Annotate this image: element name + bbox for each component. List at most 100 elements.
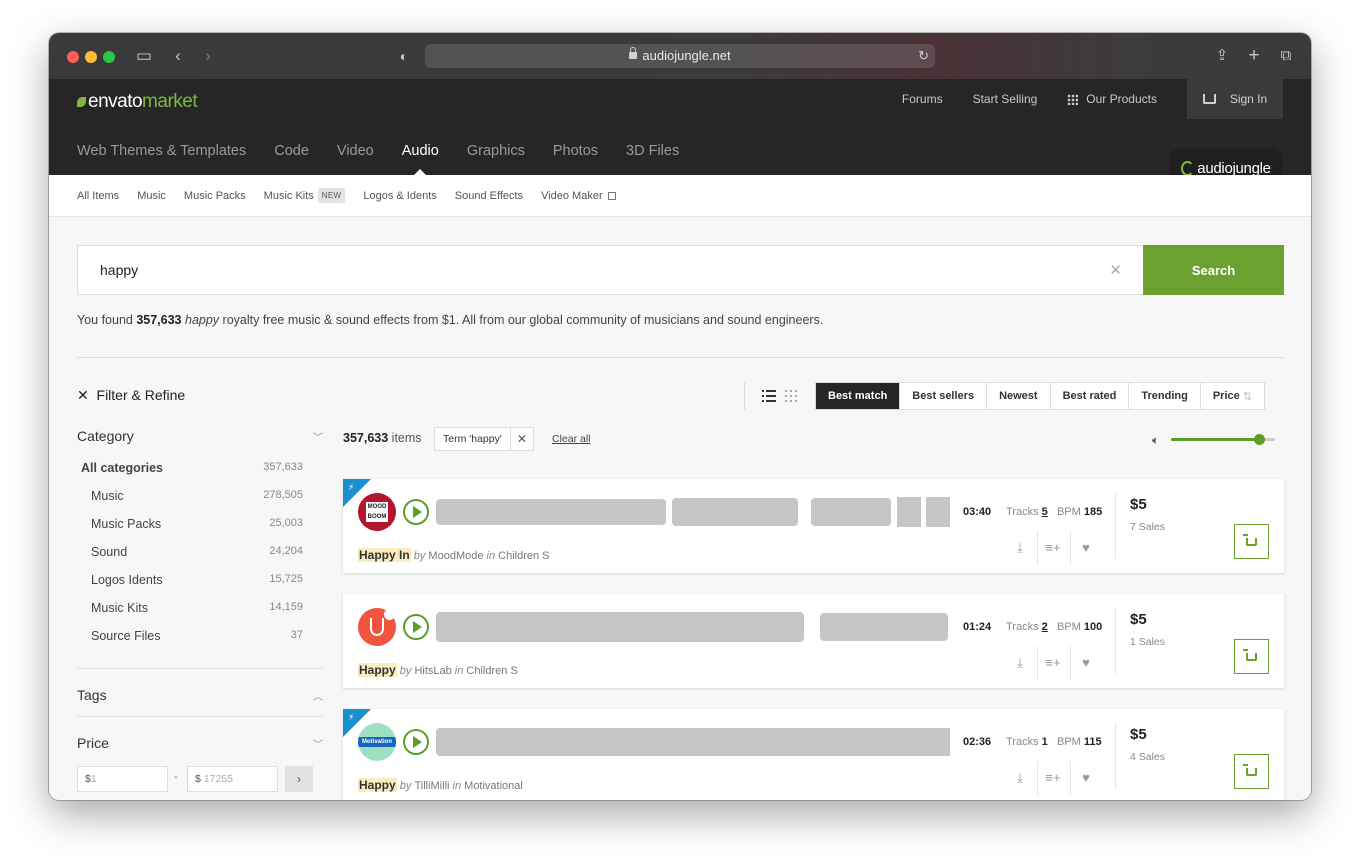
category-item[interactable]: All categories 357,633 bbox=[77, 461, 303, 489]
add-to-cart-button[interactable] bbox=[1234, 639, 1269, 674]
clear-all-link[interactable]: Clear all bbox=[552, 433, 591, 445]
sort-best-sellers[interactable]: Best sellers bbox=[900, 383, 988, 409]
minimize-window-button[interactable] bbox=[85, 51, 97, 63]
sort-trending[interactable]: Trending bbox=[1129, 383, 1201, 409]
volume-knob[interactable] bbox=[1254, 434, 1266, 445]
category-heading[interactable]: Category ﹀ bbox=[77, 428, 323, 444]
subnav-music-kits[interactable]: Music Kits NEW bbox=[264, 188, 346, 203]
list-view-icon[interactable] bbox=[762, 390, 776, 402]
favorite-icon[interactable]: ♥ bbox=[1076, 770, 1096, 785]
download-icon[interactable]: ⤓ bbox=[1010, 540, 1030, 556]
our-products-link[interactable]: Our Products bbox=[1067, 92, 1157, 106]
category-name: Music bbox=[91, 489, 124, 503]
track-title[interactable]: Happy In bbox=[358, 548, 411, 562]
divider bbox=[77, 716, 323, 717]
category-count: 25,003 bbox=[269, 517, 303, 529]
nav-code[interactable]: Code bbox=[274, 143, 309, 175]
track-title[interactable]: Happy bbox=[358, 663, 397, 677]
tracks-count[interactable]: 2 bbox=[1042, 621, 1048, 633]
favorite-icon[interactable]: ♥ bbox=[1076, 655, 1096, 670]
new-tab-icon[interactable]: + bbox=[1243, 46, 1265, 66]
envato-market-logo[interactable]: envatomarket bbox=[77, 91, 198, 113]
bpm-label: BPM bbox=[1056, 506, 1081, 518]
subnav-music-packs[interactable]: Music Packs bbox=[184, 190, 246, 202]
address-bar[interactable]: audiojungle.net ↻ bbox=[425, 44, 935, 68]
category-name: Source Files bbox=[91, 629, 161, 643]
sort-best-match[interactable]: Best match bbox=[816, 383, 901, 409]
add-to-cart-button[interactable] bbox=[1234, 524, 1269, 559]
track-author[interactable]: MoodMode bbox=[428, 550, 483, 562]
search-input[interactable] bbox=[78, 246, 1078, 294]
nav-audio[interactable]: Audio bbox=[402, 143, 439, 175]
category-item[interactable]: Music 278,505 bbox=[77, 489, 303, 517]
remove-filter-icon[interactable]: ✕ bbox=[511, 432, 533, 446]
add-to-playlist-icon[interactable]: ≡+ bbox=[1043, 655, 1063, 670]
filter-refine-toggle[interactable]: ✕ Filter & Refine bbox=[77, 387, 185, 404]
subnav-logos-idents[interactable]: Logos & Idents bbox=[363, 190, 436, 202]
nav-photos[interactable]: Photos bbox=[553, 143, 598, 175]
reload-icon[interactable]: ↻ bbox=[918, 44, 929, 68]
category-item[interactable]: Sound 24,204 bbox=[77, 545, 303, 573]
tags-heading[interactable]: Tags ︿ bbox=[77, 687, 323, 703]
tab-overview-icon[interactable]: ⧉ bbox=[1275, 46, 1297, 66]
subnav-sound-effects[interactable]: Sound Effects bbox=[455, 190, 523, 202]
track-title[interactable]: Happy bbox=[358, 778, 397, 792]
category-item[interactable]: Music Packs 25,003 bbox=[77, 517, 303, 545]
start-selling-link[interactable]: Start Selling bbox=[973, 92, 1038, 106]
price-max-input[interactable]: $ 17255 bbox=[187, 766, 278, 792]
shield-icon[interactable]: ◐ bbox=[393, 46, 415, 66]
category-item[interactable]: Music Kits 14,159 bbox=[77, 601, 303, 629]
sort-newest[interactable]: Newest bbox=[987, 383, 1051, 409]
track-category[interactable]: Motivational bbox=[464, 780, 523, 792]
nav-video[interactable]: Video bbox=[337, 143, 374, 175]
play-button[interactable] bbox=[403, 614, 429, 640]
sign-in-button[interactable]: Sign In bbox=[1187, 79, 1283, 119]
nav-graphics[interactable]: Graphics bbox=[467, 143, 525, 175]
waveform[interactable] bbox=[436, 725, 950, 759]
download-icon[interactable]: ⤓ bbox=[1010, 655, 1030, 671]
clear-search-icon[interactable]: ✕ bbox=[1109, 261, 1122, 279]
play-button[interactable] bbox=[403, 729, 429, 755]
category-item[interactable]: Logos Idents 15,725 bbox=[77, 573, 303, 601]
favorite-icon[interactable]: ♥ bbox=[1076, 540, 1096, 555]
sort-arrows-icon: ⇅ bbox=[1242, 390, 1253, 403]
volume-slider[interactable] bbox=[1171, 434, 1275, 445]
price-apply-button[interactable]: › bbox=[285, 766, 313, 792]
subnav-all-items[interactable]: All Items bbox=[77, 190, 119, 202]
add-to-playlist-icon[interactable]: ≡+ bbox=[1043, 540, 1063, 555]
nav-3d-files[interactable]: 3D Files bbox=[626, 143, 679, 175]
download-icon[interactable]: ⤓ bbox=[1010, 770, 1030, 786]
track-thumbnail[interactable]: Motivation bbox=[358, 723, 396, 761]
share-icon[interactable]: ⇪ bbox=[1211, 46, 1233, 66]
close-window-button[interactable] bbox=[67, 51, 79, 63]
waveform[interactable] bbox=[436, 610, 950, 644]
category-item[interactable]: Source Files 37 bbox=[77, 629, 303, 657]
price-min-input[interactable]: $1 bbox=[77, 766, 168, 792]
grid-view-icon[interactable] bbox=[784, 390, 798, 402]
tracks-count[interactable]: 5 bbox=[1042, 506, 1048, 518]
price-heading[interactable]: Price ﹀ bbox=[77, 735, 323, 751]
back-icon[interactable]: ‹ bbox=[167, 46, 189, 66]
subnav-video-maker[interactable]: Video Maker bbox=[541, 190, 616, 202]
sidebar-icon[interactable]: ▭ bbox=[133, 46, 155, 66]
forward-icon[interactable]: › bbox=[197, 46, 219, 66]
waveform[interactable] bbox=[436, 495, 950, 529]
track-duration: 03:40 bbox=[963, 506, 992, 518]
play-button[interactable] bbox=[403, 499, 429, 525]
forums-link[interactable]: Forums bbox=[902, 92, 943, 106]
add-to-cart-button[interactable] bbox=[1234, 754, 1269, 789]
sort-price[interactable]: Price ⇅ bbox=[1201, 383, 1264, 409]
subnav-music[interactable]: Music bbox=[137, 190, 166, 202]
track-category[interactable]: Children S bbox=[498, 550, 549, 562]
track-thumbnail[interactable] bbox=[358, 608, 396, 646]
track-author[interactable]: TilliMilli bbox=[414, 780, 449, 792]
add-to-playlist-icon[interactable]: ≡+ bbox=[1043, 770, 1063, 785]
divider bbox=[77, 668, 323, 669]
search-button[interactable]: Search bbox=[1143, 245, 1284, 295]
sort-best-rated[interactable]: Best rated bbox=[1051, 383, 1130, 409]
track-thumbnail[interactable]: MOOD BOOM bbox=[358, 493, 396, 531]
track-category[interactable]: Children S bbox=[466, 665, 517, 677]
track-author[interactable]: HitsLab bbox=[414, 665, 451, 677]
zoom-window-button[interactable] bbox=[103, 51, 115, 63]
nav-web-themes[interactable]: Web Themes & Templates bbox=[77, 143, 246, 175]
